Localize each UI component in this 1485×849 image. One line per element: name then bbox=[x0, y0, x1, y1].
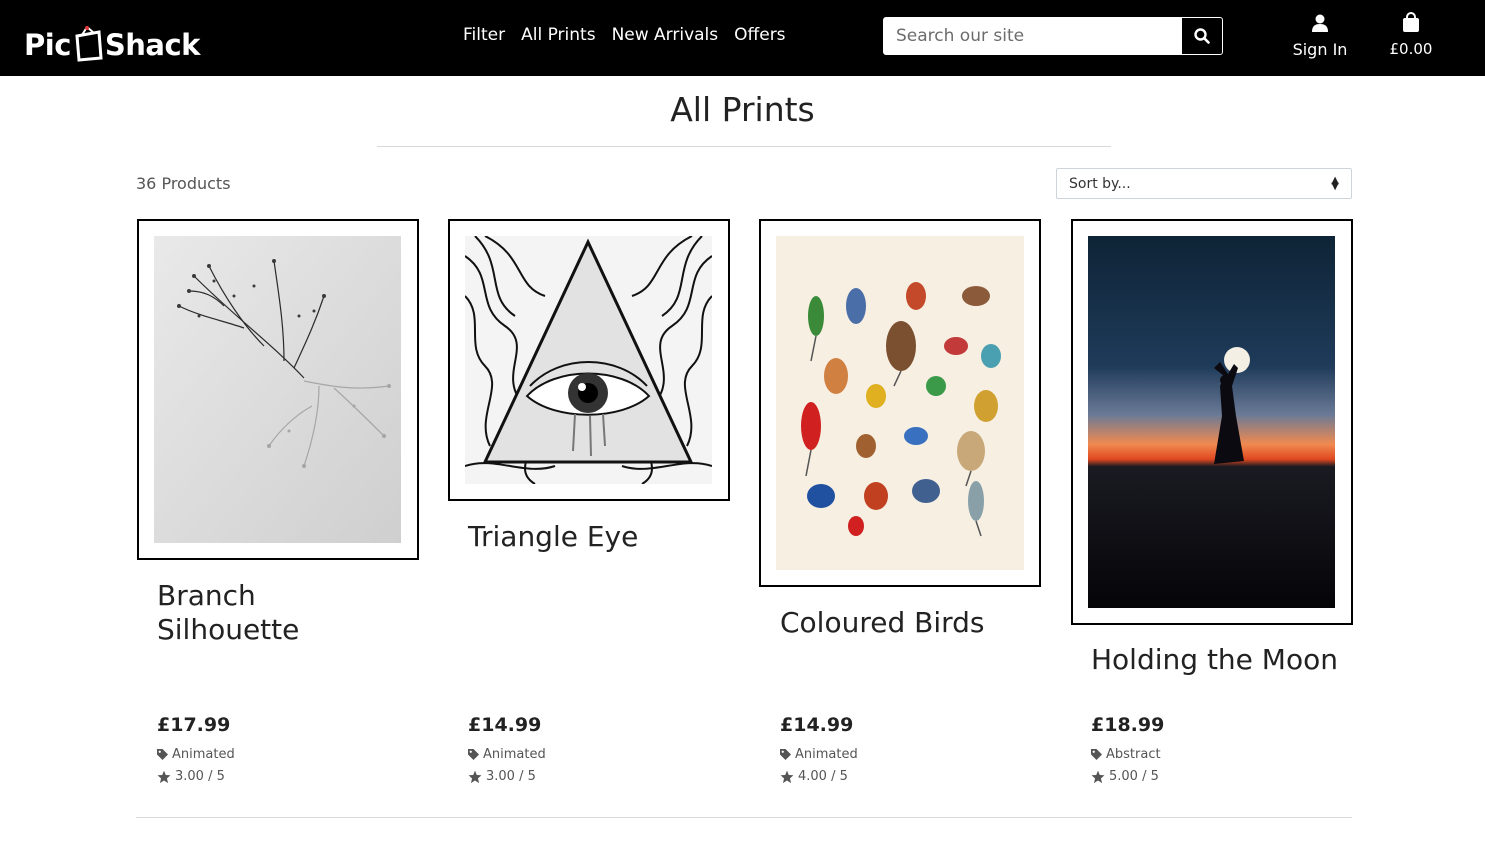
product-category[interactable]: Animated bbox=[468, 747, 546, 762]
bag-total: £0.00 bbox=[1389, 40, 1433, 58]
nav-new-arrivals[interactable]: New Arrivals bbox=[612, 24, 719, 46]
product-rating-value: 3.00 / 5 bbox=[486, 769, 536, 784]
product-image-frame[interactable] bbox=[137, 219, 419, 560]
user-icon bbox=[1312, 14, 1328, 32]
logo-frame-icon bbox=[73, 26, 103, 62]
site-header: Pic Shack Filter All Prints New Arrivals… bbox=[0, 0, 1485, 76]
product-name[interactable]: Triangle Eye bbox=[468, 520, 718, 554]
tag-icon bbox=[468, 749, 479, 760]
select-caret-icon: ▲ ▼ bbox=[1331, 174, 1339, 192]
search-button[interactable] bbox=[1182, 18, 1222, 54]
title-divider bbox=[377, 146, 1111, 147]
product-count: 36 Products bbox=[136, 174, 231, 193]
product-card[interactable] bbox=[1071, 219, 1353, 625]
page-title: All Prints bbox=[670, 90, 815, 129]
tag-icon bbox=[157, 749, 168, 760]
sort-select-label: Sort by... bbox=[1069, 175, 1131, 192]
product-image-frame[interactable] bbox=[448, 219, 730, 501]
product-category-label: Animated bbox=[172, 747, 235, 762]
star-icon bbox=[1091, 770, 1105, 783]
product-category-label: Animated bbox=[483, 747, 546, 762]
sort-select[interactable]: Sort by... ▲ ▼ bbox=[1056, 168, 1352, 199]
main-nav: Filter All Prints New Arrivals Offers bbox=[463, 24, 786, 46]
product-name[interactable]: Holding the Moon bbox=[1091, 643, 1341, 677]
product-price: £14.99 bbox=[780, 714, 854, 736]
product-image-frame[interactable] bbox=[759, 219, 1041, 587]
product-rating: 3.00 / 5 bbox=[468, 769, 536, 784]
product-card[interactable] bbox=[448, 219, 730, 501]
site-logo[interactable]: Pic Shack bbox=[24, 12, 200, 62]
product-name[interactable]: Coloured Birds bbox=[780, 606, 1030, 640]
sign-in-link[interactable]: Sign In bbox=[1283, 14, 1357, 59]
product-category[interactable]: Abstract bbox=[1091, 747, 1161, 762]
product-image bbox=[776, 236, 1024, 570]
product-price: £18.99 bbox=[1091, 714, 1165, 736]
product-image bbox=[1088, 236, 1336, 608]
logo-text-shack: Shack bbox=[104, 28, 201, 62]
bottom-divider bbox=[136, 817, 1352, 818]
product-card[interactable] bbox=[759, 219, 1041, 587]
logo-text-pic: Pic bbox=[24, 28, 71, 62]
search-bar bbox=[883, 17, 1223, 55]
shopping-bag-icon bbox=[1403, 12, 1419, 32]
search-input[interactable] bbox=[884, 18, 1182, 54]
product-name[interactable]: Branch Silhouette bbox=[157, 579, 407, 647]
product-price: £17.99 bbox=[157, 714, 231, 736]
star-icon bbox=[780, 770, 794, 783]
star-icon bbox=[157, 770, 171, 783]
product-image bbox=[154, 236, 402, 543]
product-rating-value: 4.00 / 5 bbox=[798, 769, 848, 784]
product-card[interactable] bbox=[137, 219, 419, 560]
star-icon bbox=[468, 770, 482, 783]
product-image-frame[interactable] bbox=[1071, 219, 1353, 625]
product-rating: 4.00 / 5 bbox=[780, 769, 848, 784]
nav-all-prints[interactable]: All Prints bbox=[521, 24, 595, 46]
product-rating: 5.00 / 5 bbox=[1091, 769, 1159, 784]
product-category[interactable]: Animated bbox=[780, 747, 858, 762]
product-image bbox=[465, 236, 713, 484]
shopping-bag-link[interactable]: £0.00 bbox=[1385, 12, 1437, 58]
product-category[interactable]: Animated bbox=[157, 747, 235, 762]
nav-filter[interactable]: Filter bbox=[463, 24, 505, 46]
tag-icon bbox=[1091, 749, 1102, 760]
product-rating: 3.00 / 5 bbox=[157, 769, 225, 784]
nav-offers[interactable]: Offers bbox=[734, 24, 785, 46]
product-rating-value: 5.00 / 5 bbox=[1109, 769, 1159, 784]
product-price: £14.99 bbox=[468, 714, 542, 736]
tag-icon bbox=[780, 749, 791, 760]
product-rating-value: 3.00 / 5 bbox=[175, 769, 225, 784]
search-icon bbox=[1194, 28, 1210, 44]
sign-in-label: Sign In bbox=[1292, 40, 1348, 59]
product-category-label: Abstract bbox=[1106, 747, 1161, 762]
product-category-label: Animated bbox=[795, 747, 858, 762]
